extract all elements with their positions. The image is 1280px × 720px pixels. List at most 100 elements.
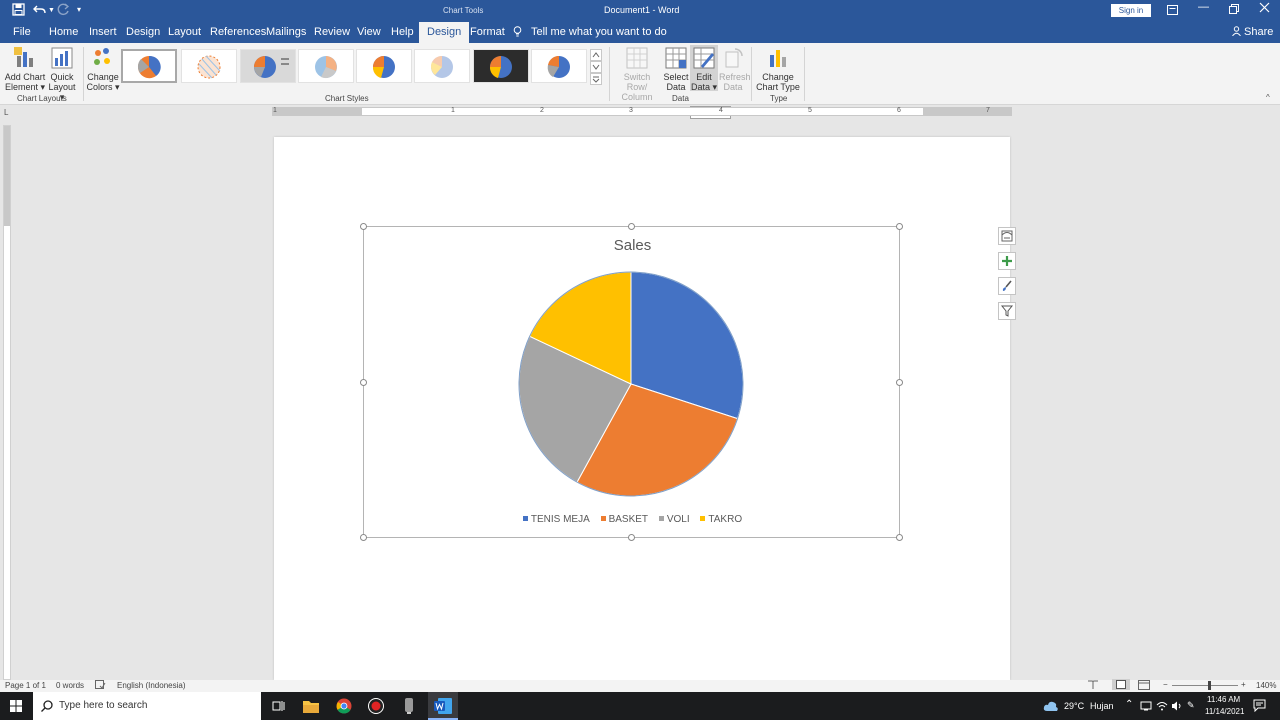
ribbon: Add Chart Element ▾ Quick Layout ▾ Chart… [0,43,1280,119]
windows-start-icon[interactable] [10,700,22,715]
tab-file[interactable]: File [13,26,31,38]
document-page[interactable]: Sales TENIS MEJA BASKET VOLI TAKRO [274,137,1016,680]
resize-handle-top-right[interactable] [896,223,903,230]
chrome-icon[interactable] [336,698,352,717]
tray-chevron-icon[interactable]: ⌃ [1125,699,1133,710]
ribbon-separator [609,47,610,101]
pie-chart[interactable] [364,227,901,539]
word-taskbar-button[interactable] [428,692,458,720]
chart-styles-scroll[interactable] [590,49,602,85]
zoom-out-icon[interactable]: − [1163,680,1168,689]
chart-filters-button[interactable] [998,302,1016,320]
tab-chart-design[interactable]: Design [419,22,470,43]
share-icon[interactable] [1232,26,1241,39]
resize-handle-left[interactable] [360,379,367,386]
layout-options-button[interactable] [998,227,1016,245]
customize-toolbar-icon[interactable]: ▾ [77,5,81,14]
chart-elements-button[interactable] [998,252,1016,270]
chart-style-7[interactable] [473,49,529,83]
tab-chart-format[interactable]: Format [470,26,505,38]
zoom-slider-thumb[interactable] [1208,681,1211,690]
word-icon [434,698,452,714]
zoom-level[interactable]: 140% [1256,681,1276,690]
clock-date[interactable]: 11/14/2021 [1205,707,1244,716]
close-icon[interactable] [1259,2,1270,16]
resize-handle-top-left[interactable] [360,223,367,230]
file-explorer-icon[interactable] [303,699,319,716]
edit-data-icon [693,47,715,69]
tab-home[interactable]: Home [49,26,78,38]
change-chart-type-button[interactable]: Change Chart Type [756,47,800,92]
tab-insert[interactable]: Insert [89,26,117,38]
refresh-data-label-2: Data [723,82,743,92]
weather-description[interactable]: Hujan [1090,701,1114,711]
chart-style-2[interactable] [181,49,237,83]
collapse-ribbon-icon[interactable]: ^ [1266,93,1270,102]
sign-in-button[interactable]: Sign in [1111,4,1151,17]
vruler-top-margin [4,126,10,226]
resize-handle-bottom-left[interactable] [360,534,367,541]
add-chart-element-button[interactable]: Add Chart Element ▾ [3,47,47,92]
tab-view[interactable]: View [357,26,381,38]
task-view-icon[interactable] [272,700,285,715]
wifi-icon[interactable] [1156,701,1168,713]
language[interactable]: English (Indonesia) [117,681,185,690]
tab-help[interactable]: Help [391,26,414,38]
tab-selector-icon[interactable]: L [4,108,8,117]
resize-handle-right[interactable] [896,379,903,386]
undo-icon[interactable] [33,3,47,19]
page-count[interactable]: Page 1 of 1 [5,681,46,690]
volume-icon[interactable] [1171,701,1183,713]
undo-dropdown-icon[interactable]: ▼ [48,7,55,14]
taskbar-search-box[interactable]: Type here to search [33,692,261,720]
refresh-data-button: Refresh Data [719,47,751,92]
tab-layout[interactable]: Layout [168,26,201,38]
resize-handle-bottom-right[interactable] [896,534,903,541]
resize-handle-top[interactable] [628,223,635,230]
tab-mailings[interactable]: Mailings [266,26,306,38]
share-button[interactable]: Share [1244,26,1273,38]
network-icon[interactable] [1140,701,1152,713]
chart-style-3[interactable] [240,49,296,83]
notifications-icon[interactable] [1253,699,1266,714]
chart-style-6[interactable] [414,49,470,83]
chart-style-4[interactable] [298,49,354,83]
restore-icon[interactable] [1229,3,1239,17]
zoom-in-icon[interactable]: + [1241,680,1246,689]
proofing-icon[interactable] [95,680,106,692]
chart-style-5[interactable] [356,49,412,83]
screen-recorder-icon[interactable] [368,698,384,717]
search-icon [41,700,53,715]
edit-data-button[interactable]: Edit Data ▾ [690,45,718,92]
chart-style-8[interactable] [531,49,587,83]
edit-data-label-2: Data [690,82,710,92]
tab-references[interactable]: References [210,26,266,38]
tell-me-search[interactable]: Tell me what you want to do [531,26,667,38]
zoom-slider[interactable] [1172,681,1238,690]
chart-styles-button[interactable] [998,277,1016,295]
minimize-icon[interactable]: — [1198,1,1209,13]
ribbon-display-options-icon[interactable] [1167,4,1178,18]
app-icon[interactable] [401,697,417,718]
switch-row-column-label-1: Switch Row/ [623,72,651,92]
change-colors-button[interactable]: Change Colors ▾ [86,47,120,92]
chart-style-1[interactable] [121,49,177,83]
read-mode-icon[interactable] [1087,680,1099,692]
weather-temperature[interactable]: 29°C [1064,701,1084,711]
print-layout-icon[interactable] [1112,679,1130,690]
chart-object[interactable]: Sales TENIS MEJA BASKET VOLI TAKRO [360,223,1016,541]
weather-icon[interactable] [1043,699,1059,716]
chart-legend[interactable]: TENIS MEJA BASKET VOLI TAKRO [364,514,901,525]
horizontal-ruler[interactable]: 1 1 2 3 4 5 6 7 [272,107,1012,116]
tab-design[interactable]: Design [126,26,160,38]
resize-handle-bottom[interactable] [628,534,635,541]
vertical-ruler[interactable] [3,125,11,680]
ruler-number: 2 [540,107,544,114]
language-indicator[interactable]: ✎ [1187,700,1195,711]
word-count[interactable]: 0 words [56,681,84,690]
web-layout-icon[interactable] [1138,680,1150,692]
clock-time[interactable]: 11:46 AM [1207,695,1240,704]
save-icon[interactable] [12,3,25,19]
tab-review[interactable]: Review [314,26,350,38]
select-data-button[interactable]: Select Data [663,47,689,92]
